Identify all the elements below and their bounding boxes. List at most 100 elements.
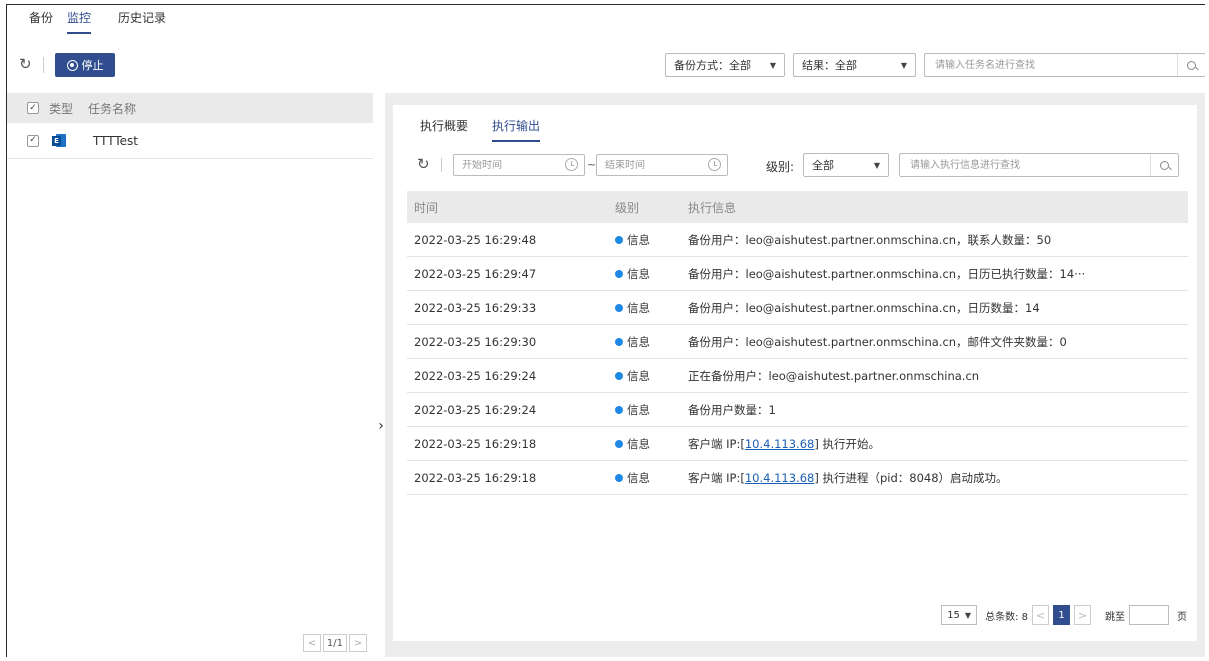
- level-label: 级别:: [766, 160, 795, 174]
- select-all-checkbox[interactable]: ✓: [27, 102, 39, 114]
- caret-down-icon: ▼: [769, 60, 776, 70]
- backup-method-select[interactable]: 备份方式：全部 ▼: [665, 53, 785, 77]
- refresh-icon[interactable]: ↻: [19, 55, 32, 73]
- output-search-input[interactable]: [900, 154, 1148, 176]
- info-dot-icon: [615, 439, 623, 448]
- row-message: 备份用户数量：1: [688, 402, 776, 417]
- search-button[interactable]: [1150, 154, 1178, 176]
- row-level: 信息: [615, 334, 688, 350]
- table-header: 时间 级别 执行信息: [407, 191, 1188, 223]
- output-table: 时间 级别 执行信息 2022-03-25 16:29:48 信息 备份用户：l…: [407, 191, 1188, 495]
- row-time: 2022-03-25 16:29:47: [414, 266, 537, 281]
- row-level: 信息: [615, 232, 688, 248]
- row-message: 备份用户：leo@aishutest.partner.onmschina.cn，…: [688, 334, 1067, 349]
- top-nav: 备份 监控 历史记录: [7, 5, 1205, 35]
- level-text: 信息: [627, 232, 650, 247]
- next-page-button[interactable]: >: [349, 634, 367, 652]
- table-row: 2022-03-25 16:29:48 信息 备份用户：leo@aishutes…: [407, 223, 1188, 257]
- task-row-checkbox[interactable]: ✓: [27, 134, 39, 147]
- app-window: 备份 监控 历史记录 ↻ 停止 备份方式：全部 ▼ 结果：全部 ▼ ✓ 类型 任…: [6, 4, 1205, 657]
- task-row[interactable]: ✓ E TTTTest: [7, 123, 373, 159]
- table-row: 2022-03-25 16:29:33 信息 备份用户：leo@aishutes…: [407, 291, 1188, 325]
- caret-down-icon: ▼: [964, 610, 972, 620]
- level-text: 信息: [627, 436, 650, 451]
- tab-backup[interactable]: 备份: [29, 9, 53, 32]
- tab-summary[interactable]: 执行概要: [420, 117, 468, 142]
- jump-page-input[interactable]: [1129, 605, 1169, 625]
- row-message: 正在备份用户：leo@aishutest.partner.onmschina.c…: [688, 368, 980, 383]
- end-time-input[interactable]: [605, 159, 685, 171]
- level-select[interactable]: 全部 ▼: [803, 153, 889, 177]
- page-size-value: 15: [947, 609, 960, 621]
- start-time-input[interactable]: [462, 159, 542, 171]
- result-value: 结果：全部: [802, 59, 857, 72]
- end-time-picker[interactable]: [596, 154, 728, 176]
- row-time: 2022-03-25 16:29:48: [414, 232, 537, 247]
- message-suffix: ] 执行开始。: [814, 436, 880, 451]
- message-prefix: 客户端 IP:[: [688, 436, 745, 451]
- result-select[interactable]: 结果：全部 ▼: [793, 53, 916, 77]
- range-separator: ~: [587, 158, 597, 171]
- message-prefix: 客户端 IP:[: [688, 470, 745, 485]
- stop-button[interactable]: 停止: [55, 53, 115, 77]
- info-dot-icon: [615, 235, 623, 244]
- info-dot-icon: [615, 303, 623, 312]
- search-icon: [1187, 60, 1196, 70]
- row-level: 信息: [615, 436, 688, 452]
- outlook-icon: E: [52, 133, 66, 148]
- name-column-header: 任务名称: [88, 101, 137, 116]
- row-level: 信息: [615, 470, 688, 486]
- info-dot-icon: [615, 473, 623, 482]
- message-column-header: 执行信息: [688, 200, 737, 215]
- table-row: 2022-03-25 16:29:18 信息 客户端 IP:[10.4.113.…: [407, 461, 1188, 495]
- page-indicator: 1/1: [322, 634, 347, 652]
- level-text: 信息: [627, 470, 650, 485]
- info-dot-icon: [615, 269, 623, 278]
- tab-output[interactable]: 执行输出: [492, 117, 541, 142]
- info-dot-icon: [615, 371, 623, 380]
- clock-icon: [565, 158, 578, 171]
- row-time: 2022-03-25 16:29:24: [414, 402, 537, 417]
- table-row: 2022-03-25 16:29:47 信息 备份用户：leo@aishutes…: [407, 257, 1188, 291]
- detail-panel: 执行概要 执行输出 ↻ ~ 级别: 全部 ▼: [393, 105, 1197, 641]
- level-text: 信息: [627, 300, 650, 315]
- caret-down-icon: ▼: [900, 60, 907, 70]
- current-page[interactable]: 1: [1053, 605, 1070, 625]
- row-message: 备份用户：leo@aishutest.partner.onmschina.cn，…: [688, 300, 1040, 315]
- start-time-picker[interactable]: [453, 154, 585, 176]
- stop-button-label: 停止: [81, 59, 104, 72]
- row-message: 客户端 IP:[10.4.113.68] 执行进程（pid：8048）启动成功。: [688, 470, 1188, 486]
- output-search: [899, 153, 1179, 177]
- row-message: 备份用户：leo@aishutest.partner.onmschina.cn，…: [688, 232, 1052, 247]
- task-name: TTTTest: [93, 133, 138, 148]
- tab-history[interactable]: 历史记录: [118, 9, 166, 32]
- row-level: 信息: [615, 300, 688, 316]
- table-row: 2022-03-25 16:29:24 信息 备份用户数量：1: [407, 393, 1188, 427]
- next-page-button[interactable]: >: [1074, 605, 1091, 625]
- refresh-icon[interactable]: ↻: [417, 155, 430, 173]
- row-level: 信息: [615, 402, 688, 418]
- type-column-header: 类型: [49, 101, 74, 116]
- prev-page-button[interactable]: <: [302, 634, 321, 652]
- caret-down-icon: ▼: [873, 160, 880, 170]
- search-icon: [1160, 160, 1169, 170]
- task-search-input[interactable]: [925, 54, 1175, 76]
- output-pagination: 15 ▼ 总条数: 8 < 1 > 跳至 页: [941, 605, 1187, 625]
- client-ip-link[interactable]: 10.4.113.68: [745, 471, 815, 485]
- level-text: 信息: [627, 266, 650, 281]
- page-unit: 页: [1177, 611, 1187, 623]
- row-level: 信息: [615, 266, 688, 282]
- row-time: 2022-03-25 16:29:30: [414, 334, 537, 349]
- page-size-select[interactable]: 15 ▼: [941, 605, 978, 625]
- row-time: 2022-03-25 16:29:33: [414, 300, 537, 315]
- tab-monitor[interactable]: 监控: [67, 9, 92, 34]
- prev-page-button[interactable]: <: [1032, 605, 1049, 625]
- row-message: 客户端 IP:[10.4.113.68] 执行开始。: [688, 436, 1188, 452]
- search-button[interactable]: [1177, 54, 1205, 76]
- task-list-pagination: < 1/1 >: [302, 634, 367, 652]
- row-message: 备份用户：leo@aishutest.partner.onmschina.cn，…: [688, 266, 1086, 281]
- level-column-header: 级别: [615, 200, 640, 215]
- info-dot-icon: [615, 405, 623, 414]
- table-row: 2022-03-25 16:29:18 信息 客户端 IP:[10.4.113.…: [407, 427, 1188, 461]
- client-ip-link[interactable]: 10.4.113.68: [745, 437, 815, 451]
